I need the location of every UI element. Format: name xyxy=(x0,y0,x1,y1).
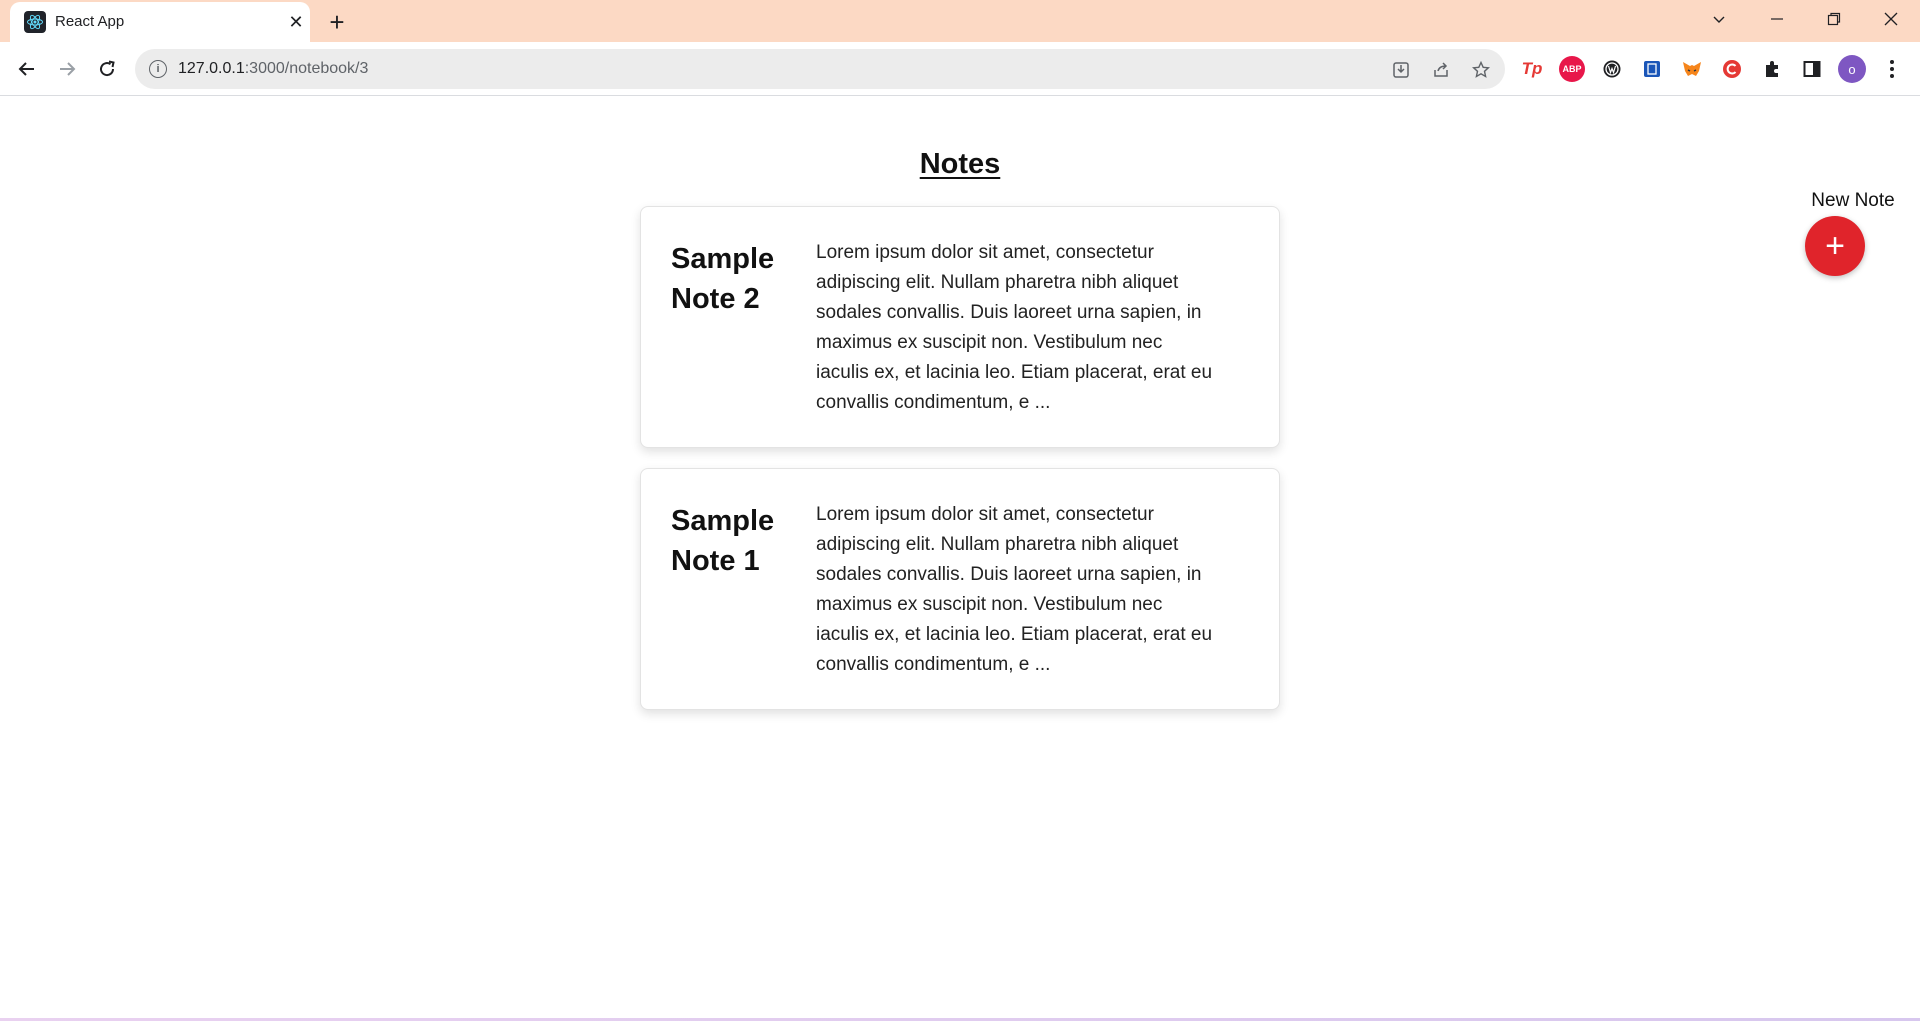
bookmark-star-icon[interactable] xyxy=(1470,59,1492,81)
extension-tp-icon[interactable]: Tp xyxy=(1519,56,1545,82)
note-list: Sample Note 2 Lorem ipsum dolor sit amet… xyxy=(640,206,1280,730)
side-panel-icon[interactable] xyxy=(1799,56,1825,82)
extension-red-c-icon[interactable] xyxy=(1719,56,1745,82)
note-card[interactable]: Sample Note 1 Lorem ipsum dolor sit amet… xyxy=(640,468,1280,710)
restore-icon[interactable] xyxy=(1811,0,1857,38)
note-title: Sample Note 2 xyxy=(671,243,775,315)
note-preview: Lorem ipsum dolor sit amet, consectetur … xyxy=(816,504,1213,675)
tab-title: React App xyxy=(55,13,125,30)
back-arrow-icon[interactable] xyxy=(12,54,42,84)
new-tab-button[interactable]: + xyxy=(322,8,352,36)
browser-toolbar: i 127.0.0.1:3000/notebook/3 Tp ABP o xyxy=(0,42,1920,96)
site-info-icon[interactable]: i xyxy=(149,60,167,78)
tab-strip: React App ✕ + xyxy=(0,0,1920,42)
page-content: Notes New Note + Sample Note 2 Lorem ips… xyxy=(0,96,1920,1020)
extension-adblock-icon[interactable]: ABP xyxy=(1559,56,1585,82)
note-preview: Lorem ipsum dolor sit amet, consectetur … xyxy=(816,242,1213,413)
extension-wordpress-icon[interactable] xyxy=(1599,56,1625,82)
share-icon[interactable] xyxy=(1430,59,1452,81)
extension-metamask-icon[interactable] xyxy=(1679,56,1705,82)
tab-close-icon[interactable]: ✕ xyxy=(284,10,308,34)
url-text[interactable]: 127.0.0.1:3000/notebook/3 xyxy=(178,60,368,78)
new-note-label: New Note xyxy=(1811,190,1895,211)
react-logo-icon xyxy=(24,11,46,33)
close-window-icon[interactable] xyxy=(1868,0,1914,38)
profile-avatar[interactable]: o xyxy=(1838,55,1866,83)
new-note-button[interactable]: + xyxy=(1805,216,1865,276)
tab-search-icon[interactable] xyxy=(1696,0,1742,38)
url-path: :3000/notebook/3 xyxy=(244,60,369,77)
minimize-icon[interactable] xyxy=(1754,0,1800,38)
reload-icon[interactable] xyxy=(92,54,122,84)
extensions-puzzle-icon[interactable] xyxy=(1759,56,1785,82)
install-app-icon[interactable] xyxy=(1390,59,1412,81)
extension-book-icon[interactable] xyxy=(1639,56,1665,82)
note-title: Sample Note 1 xyxy=(671,505,775,577)
url-host: 127.0.0.1 xyxy=(178,60,245,77)
note-card[interactable]: Sample Note 2 Lorem ipsum dolor sit amet… xyxy=(640,206,1280,448)
browser-menu-icon[interactable] xyxy=(1882,55,1902,83)
forward-arrow-icon[interactable] xyxy=(52,54,82,84)
page-title: Notes xyxy=(919,148,1001,180)
window-bottom-border xyxy=(0,1018,1920,1021)
address-bar[interactable]: i 127.0.0.1:3000/notebook/3 xyxy=(135,49,1505,89)
new-note-control: New Note + xyxy=(1788,190,1895,276)
browser-tab[interactable]: React App ✕ xyxy=(10,2,310,42)
